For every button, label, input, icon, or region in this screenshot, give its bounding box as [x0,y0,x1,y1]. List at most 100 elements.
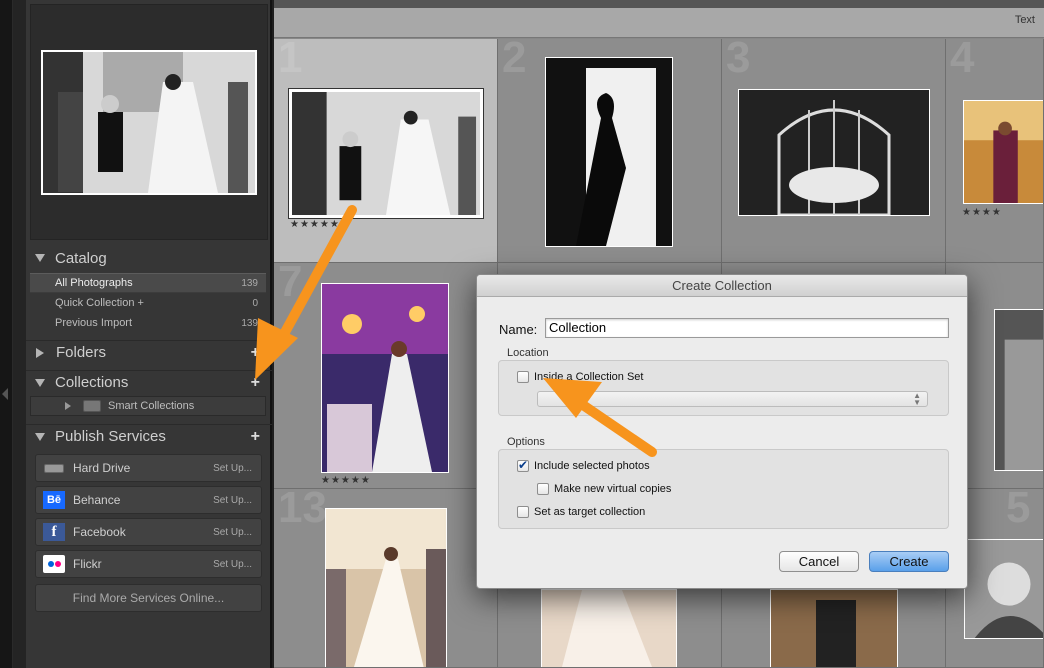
cell-index: 13 [278,489,327,532]
service-label: Hard Drive [73,461,131,475]
create-button[interactable]: Create [869,551,949,572]
thumbnail[interactable] [994,309,1043,471]
set-target-collection-label[interactable]: Set as target collection [534,506,645,518]
cell-index: 5 [1006,489,1031,532]
setup-button[interactable]: Set Up... [213,559,252,570]
setup-button[interactable]: Set Up... [213,495,252,506]
location-group [498,360,949,416]
thumbnail[interactable] [964,539,1043,639]
grid-cell-2[interactable]: 2 [498,39,722,263]
grid-cell-4[interactable]: 4 ★★★★ [946,39,1044,263]
navigator-panel [30,4,268,240]
cell-index: 7 [278,263,303,306]
location-group-label: Location [507,347,549,359]
collections-title: Collections [55,374,129,391]
service-label: Facebook [73,525,126,539]
grid-cell-1[interactable]: 1 ★★★★★ [274,39,498,263]
include-selected-photos-label[interactable]: Include selected photos [534,460,650,472]
collapsed-triangle-icon [65,402,71,410]
cell-index: 4 [950,39,975,82]
thumbnail[interactable] [963,100,1043,204]
collections-panel-header[interactable]: Collections + [26,370,272,394]
thumbnail[interactable] [770,589,898,667]
options-group-label: Options [507,436,545,448]
collection-set-select[interactable]: ▲ ▼ [537,391,928,407]
star-rating[interactable]: ★★★★★ [321,475,371,486]
make-virtual-copies-label[interactable]: Make new virtual copies [554,483,671,495]
catalog-item-label: Quick Collection + [55,297,144,309]
dress-photo [542,590,676,667]
catalog-item-count: 0 [252,297,258,309]
publish-service-behance[interactable]: Bē Behance Set Up... [35,486,262,514]
catalog-item-label: All Photographs [55,277,133,289]
thumbnail[interactable] [541,589,677,667]
collection-name-input[interactable]: Collection [545,318,949,338]
grid-cell-13[interactable]: 13 [274,489,498,668]
add-publish-service-icon[interactable]: + [251,428,260,446]
smart-collections-label: Smart Collections [108,400,195,412]
publish-services-header[interactable]: Publish Services + [26,424,272,448]
name-label: Name: [499,322,538,337]
star-rating[interactable]: ★★★★ [962,207,1002,218]
set-target-collection-checkbox[interactable] [517,506,529,518]
thumbnail[interactable] [325,508,447,667]
catalog-item-all-photographs[interactable]: All Photographs 139 [30,273,266,293]
catalog-item-label: Previous Import [55,317,133,329]
bride-photo [326,509,446,667]
collapse-arrow-icon[interactable] [2,388,8,400]
expand-triangle-icon [35,432,45,441]
catalog-item-previous-import[interactable]: Previous Import 139 [30,313,266,333]
setup-button[interactable]: Set Up... [213,527,252,538]
thumbnail[interactable] [545,57,673,247]
expand-triangle-icon [35,378,45,387]
dialog-title: Create Collection [477,275,967,297]
smart-collection-folder-icon [83,400,101,412]
cell-index: 3 [726,39,751,82]
folders-panel-header[interactable]: Folders + [26,340,272,364]
flickr-icon [43,555,65,573]
collapsed-triangle-icon [36,347,44,358]
birdcage-photo [739,90,929,217]
catalog-item-quick-collection[interactable]: Quick Collection + 0 [30,293,266,313]
publish-services-title: Publish Services [55,428,166,445]
cancel-button[interactable]: Cancel [779,551,859,572]
thumbnail[interactable] [288,88,484,219]
navigator-preview[interactable] [41,50,257,195]
wedding-photo-bw [43,52,255,193]
catalog-title: Catalog [55,249,107,267]
select-arrows-icon: ▲ ▼ [913,391,921,407]
add-collection-icon[interactable]: + [251,374,260,392]
service-label: Behance [73,493,121,507]
make-virtual-copies-checkbox[interactable] [537,483,549,495]
catalog-item-count: 139 [241,317,258,329]
grid-cell-7[interactable]: 7 ★★★★★ [274,263,498,489]
star-rating[interactable]: ★★★★★ [290,219,340,230]
toolbar-text-label[interactable]: Text [1015,14,1035,26]
cell-index: 2 [502,39,527,82]
toolbar-top-edge [274,0,1044,8]
portrait-photo-bw [965,540,1043,638]
create-collection-dialog: Create Collection Name: Collection Locat… [476,274,968,589]
inside-collection-set-label[interactable]: Inside a Collection Set [534,371,643,383]
inside-collection-set-checkbox[interactable] [517,371,529,383]
silhouette-photo [546,58,672,246]
publish-service-hard-drive[interactable]: Hard Drive Set Up... [35,454,262,482]
publish-service-facebook[interactable]: f Facebook Set Up... [35,518,262,546]
groom-photo [771,590,897,667]
behance-icon: Bē [43,491,65,509]
catalog-panel-header[interactable]: Catalog [26,246,272,270]
expand-triangle-icon [35,254,45,262]
thumbnail[interactable] [321,283,449,473]
thumbnail[interactable] [738,89,930,217]
couple-photo [964,101,1043,203]
publish-service-flickr[interactable]: Flickr Set Up... [35,550,262,578]
grid-cell-3[interactable]: 3 [722,39,946,263]
include-selected-photos-checkbox[interactable] [517,458,529,472]
setup-button[interactable]: Set Up... [213,463,252,474]
find-more-services-button[interactable]: Find More Services Online... [35,584,262,612]
add-folder-icon[interactable]: + [251,344,260,362]
facebook-icon: f [43,523,65,541]
reception-photo [322,284,448,472]
smart-collections-item[interactable]: Smart Collections [30,396,266,416]
bw-photo [995,310,1043,470]
